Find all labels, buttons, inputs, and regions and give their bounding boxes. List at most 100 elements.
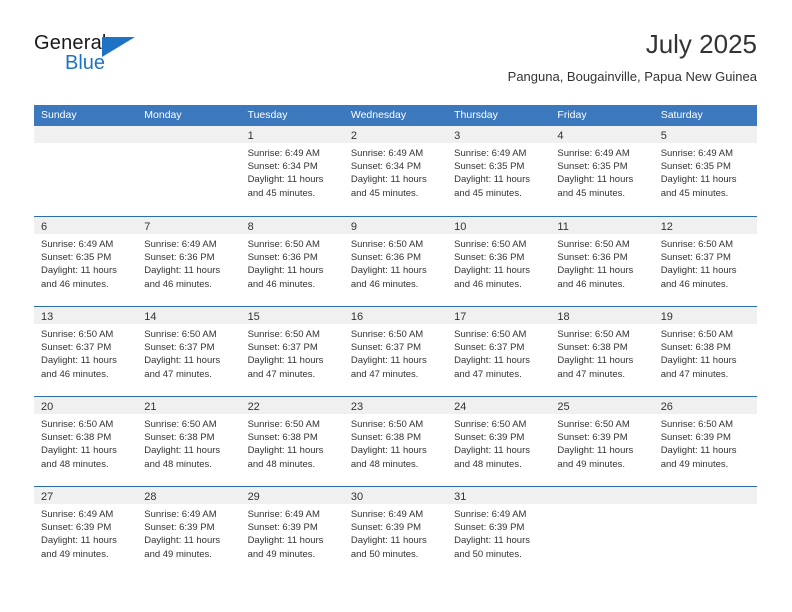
daylight-text-line2: and 45 minutes. [660, 187, 729, 199]
daylight-text-line1: Daylight: 11 hours [247, 265, 324, 277]
sunset-text: Sunset: 6:37 PM [247, 342, 318, 354]
day-number-band [653, 487, 757, 504]
calendar-day-cell[interactable]: 22 Sunrise: 6:50 AM Sunset: 6:38 PM Dayligh… [240, 397, 344, 486]
day-number-band: 27 [34, 487, 138, 504]
sunset-text: Sunset: 6:39 PM [660, 432, 731, 444]
calendar-day-cell[interactable]: 30 Sunrise: 6:49 AM Sunset: 6:39 PM Dayligh… [343, 487, 448, 576]
calendar-day-cell[interactable]: 8 Sunrise: 6:50 AM Sunset: 6:36 PM Daylight… [240, 217, 344, 306]
calendar-day-cell[interactable]: 5 Sunrise: 6:49 AM Sunset: 6:35 PM Daylight… [653, 126, 757, 216]
daylight-text-line1: Daylight: 11 hours [144, 265, 221, 277]
day-details: Sunrise: 6:50 AM Sunset: 6:38 PM Daylight:… [550, 324, 653, 381]
calendar-day-cell[interactable]: 28 Sunrise: 6:49 AM Sunset: 6:39 PM Dayligh… [137, 487, 241, 576]
day-details: Sunrise: 6:49 AM Sunset: 6:39 PM Daylight:… [344, 504, 447, 561]
day-number-band [34, 126, 138, 143]
day-details: Sunrise: 6:50 AM Sunset: 6:37 PM Daylight:… [137, 324, 240, 381]
calendar-day-cell[interactable]: 2 Sunrise: 6:49 AM Sunset: 6:34 PM Daylight… [343, 126, 448, 216]
page-title: July 2025 [645, 29, 757, 59]
calendar-day-cell-empty [137, 126, 241, 216]
day-number-band: 24 [447, 397, 551, 414]
day-details: Sunrise: 6:49 AM Sunset: 6:39 PM Daylight:… [447, 504, 550, 561]
day-number: 6 [41, 221, 48, 233]
calendar-day-cell[interactable]: 25 Sunrise: 6:50 AM Sunset: 6:39 PM Dayligh… [550, 397, 654, 486]
weekday-header-saturday: Saturday [660, 109, 703, 121]
sunrise-text: Sunrise: 6:49 AM [41, 509, 114, 520]
day-details: Sunrise: 6:49 AM Sunset: 6:34 PM Daylight:… [344, 143, 447, 200]
day-details: Sunrise: 6:50 AM Sunset: 6:39 PM Daylight:… [447, 414, 550, 471]
calendar-day-cell[interactable]: 24 Sunrise: 6:50 AM Sunset: 6:39 PM Dayligh… [447, 397, 551, 486]
sunset-text: Sunset: 6:38 PM [557, 342, 628, 354]
sunrise-text: Sunrise: 6:49 AM [557, 148, 630, 159]
sunrise-text: Sunrise: 6:49 AM [144, 509, 217, 520]
day-number-band: 17 [447, 307, 551, 324]
sunrise-text: Sunrise: 6:50 AM [557, 239, 630, 250]
day-number: 30 [350, 491, 364, 503]
daylight-text-line2: and 48 minutes. [350, 458, 419, 470]
day-number: 12 [660, 221, 673, 233]
sunset-text: Sunset: 6:38 PM [247, 432, 318, 444]
brand-logo[interactable]: General Blue [34, 32, 154, 88]
calendar-day-cell[interactable]: 17 Sunrise: 6:50 AM Sunset: 6:37 PM Dayligh… [447, 307, 551, 396]
daylight-text-line1: Daylight: 11 hours [350, 265, 427, 277]
calendar-day-cell[interactable]: 6 Sunrise: 6:49 AM Sunset: 6:35 PM Daylight… [34, 217, 138, 306]
calendar-day-cell[interactable]: 11 Sunrise: 6:50 AM Sunset: 6:36 PM Dayligh… [550, 217, 654, 306]
sunrise-text: Sunrise: 6:50 AM [41, 329, 114, 340]
calendar-day-cell[interactable]: 19 Sunrise: 6:50 AM Sunset: 6:38 PM Dayligh… [653, 307, 757, 396]
daylight-text-line2: and 47 minutes. [660, 368, 729, 380]
triangle-mark-icon [102, 37, 135, 57]
day-number-band: 18 [550, 307, 654, 324]
calendar-day-cell[interactable]: 3 Sunrise: 6:49 AM Sunset: 6:35 PM Daylight… [447, 126, 551, 216]
daylight-text-line1: Daylight: 11 hours [41, 535, 117, 547]
daylight-text-line1: Daylight: 11 hours [350, 535, 427, 547]
calendar-day-cell[interactable]: 9 Sunrise: 6:50 AM Sunset: 6:36 PM Daylight… [343, 217, 448, 306]
calendar-day-cell[interactable]: 10 Sunrise: 6:50 AM Sunset: 6:36 PM Dayligh… [447, 217, 551, 306]
calendar-day-cell[interactable]: 13 Sunrise: 6:50 AM Sunset: 6:37 PM Dayligh… [34, 307, 138, 396]
sunrise-text: Sunrise: 6:50 AM [454, 419, 527, 430]
calendar-day-cell[interactable]: 27 Sunrise: 6:49 AM Sunset: 6:39 PM Dayligh… [34, 487, 138, 576]
calendar-week-row: 27 Sunrise: 6:49 AM Sunset: 6:39 PM Dayligh… [34, 486, 757, 576]
day-number: 7 [144, 221, 151, 233]
day-details: Sunrise: 6:49 AM Sunset: 6:35 PM Daylight:… [34, 234, 137, 291]
daylight-text-line2: and 49 minutes. [41, 548, 109, 560]
daylight-text-line2: and 47 minutes. [350, 368, 419, 380]
daylight-text-line2: and 45 minutes. [557, 187, 626, 199]
day-details: Sunrise: 6:49 AM Sunset: 6:39 PM Daylight:… [34, 504, 137, 561]
sunset-text: Sunset: 6:39 PM [557, 432, 628, 444]
weekday-header-tuesday: Tuesday [247, 109, 288, 121]
calendar-day-cell[interactable]: 15 Sunrise: 6:50 AM Sunset: 6:37 PM Dayligh… [240, 307, 344, 396]
calendar-day-cell-empty [34, 126, 138, 216]
calendar-day-cell[interactable]: 16 Sunrise: 6:50 AM Sunset: 6:37 PM Dayligh… [343, 307, 448, 396]
calendar-day-cell[interactable]: 7 Sunrise: 6:49 AM Sunset: 6:36 PM Daylight… [137, 217, 241, 306]
sunrise-text: Sunrise: 6:49 AM [660, 148, 734, 159]
calendar-day-cell[interactable]: 21 Sunrise: 6:50 AM Sunset: 6:38 PM Dayligh… [137, 397, 241, 486]
day-number: 16 [350, 311, 364, 323]
sunrise-text: Sunrise: 6:49 AM [454, 509, 527, 520]
daylight-text-line1: Daylight: 11 hours [660, 445, 737, 457]
day-number: 9 [350, 221, 357, 233]
calendar-day-cell[interactable]: 26 Sunrise: 6:50 AM Sunset: 6:39 PM Dayligh… [653, 397, 757, 486]
daylight-text-line1: Daylight: 11 hours [557, 174, 634, 186]
calendar-day-cell[interactable]: 29 Sunrise: 6:49 AM Sunset: 6:39 PM Dayligh… [240, 487, 344, 576]
daylight-text-line1: Daylight: 11 hours [350, 174, 427, 186]
day-details: Sunrise: 6:50 AM Sunset: 6:38 PM Daylight:… [654, 324, 757, 381]
daylight-text-line1: Daylight: 11 hours [144, 445, 221, 457]
calendar-day-cell[interactable]: 18 Sunrise: 6:50 AM Sunset: 6:38 PM Dayligh… [550, 307, 654, 396]
sunset-text: Sunset: 6:37 PM [350, 342, 422, 354]
calendar-day-cell[interactable]: 31 Sunrise: 6:49 AM Sunset: 6:39 PM Dayligh… [447, 487, 551, 576]
calendar-day-cell[interactable]: 4 Sunrise: 6:49 AM Sunset: 6:35 PM Daylight… [550, 126, 654, 216]
day-number: 3 [454, 130, 461, 142]
calendar-day-cell[interactable]: 23 Sunrise: 6:50 AM Sunset: 6:38 PM Dayligh… [343, 397, 448, 486]
calendar-day-cell[interactable]: 1 Sunrise: 6:49 AM Sunset: 6:34 PM Daylight… [240, 126, 344, 216]
calendar-day-cell[interactable]: 20 Sunrise: 6:50 AM Sunset: 6:38 PM Dayligh… [34, 397, 138, 486]
daylight-text-line1: Daylight: 11 hours [660, 265, 737, 277]
day-number: 28 [144, 491, 157, 503]
sunset-text: Sunset: 6:37 PM [454, 342, 525, 354]
calendar-day-cell[interactable]: 12 Sunrise: 6:50 AM Sunset: 6:37 PM Dayligh… [653, 217, 757, 306]
day-number: 15 [247, 311, 260, 323]
sunrise-text: Sunrise: 6:49 AM [144, 239, 217, 250]
calendar-day-cell[interactable]: 14 Sunrise: 6:50 AM Sunset: 6:37 PM Dayligh… [137, 307, 241, 396]
day-number: 22 [247, 401, 260, 413]
sunset-text: Sunset: 6:34 PM [350, 161, 422, 173]
daylight-text-line2: and 48 minutes. [454, 458, 522, 470]
daylight-text-line1: Daylight: 11 hours [144, 355, 221, 367]
sunrise-text: Sunrise: 6:50 AM [350, 419, 424, 430]
